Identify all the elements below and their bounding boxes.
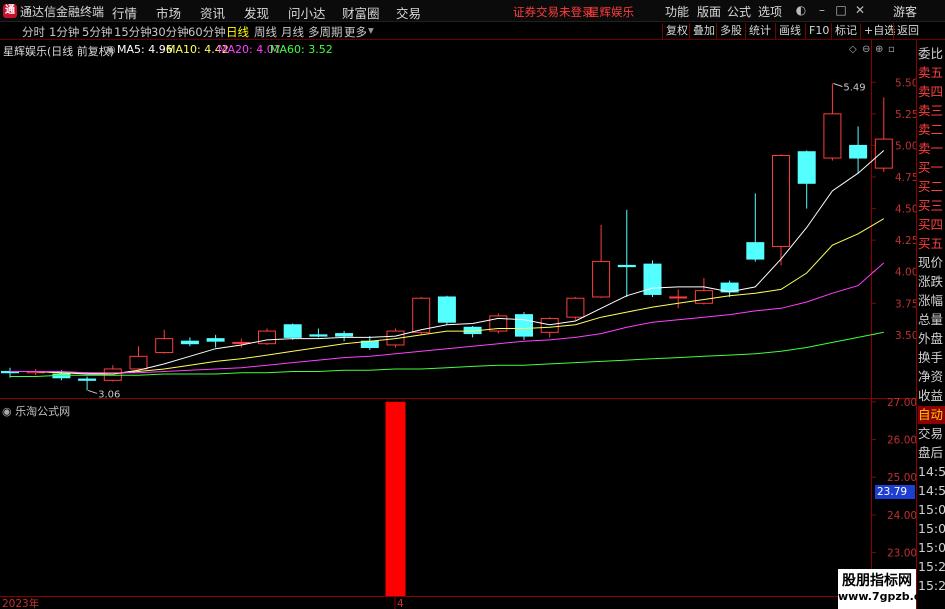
candle-body (540, 317, 559, 333)
sidebar-item: 换手 (918, 350, 944, 365)
candle-body (617, 264, 636, 268)
indicator-tick-label: 26.00 (887, 434, 917, 446)
price-tick-label: 5.50 (895, 77, 918, 89)
price-tick-label: 3.75 (895, 298, 918, 310)
indicator-bar (385, 401, 406, 596)
sidebar-item: 14:56 (918, 464, 945, 479)
sidebar-item: 卖三 (918, 103, 944, 118)
candle-body (412, 297, 431, 333)
candle-body (797, 151, 816, 184)
sidebar-item: 总量 (918, 312, 944, 327)
sidebar-item: 涨幅 (918, 293, 944, 308)
sidebar-item: 自动 (918, 406, 945, 424)
indicator-title: ◉ 乐淘公式网 (2, 403, 70, 419)
candle-body (309, 334, 328, 337)
app-window: 通 通达信金融终端 行情 市场 资讯 发现 问小达 财富圈 交易 证券交易未登录… (0, 0, 945, 609)
annotation-pointer (833, 83, 843, 87)
indicator-tick-label: 23.00 (887, 548, 917, 560)
candle-body (515, 314, 533, 337)
price-tick-label: 4.50 (895, 204, 918, 216)
year-label: 2023年 (2, 597, 39, 609)
candle-body (78, 378, 97, 381)
ma-line-ma5 (10, 150, 885, 375)
sidebar-item: 15:22 (918, 559, 945, 574)
candle-body (206, 338, 225, 342)
sidebar-item: 买四 (918, 217, 944, 232)
candle-body (283, 324, 302, 338)
chart-canvas[interactable]: 5.50 5.25 5.00 4.75 4.50 4.25 4.00 3.75 3.50 5.49… (0, 0, 945, 609)
candle-body (592, 261, 611, 298)
candle-body (335, 333, 354, 337)
price-tick-label: 5.00 (895, 140, 918, 152)
candle-body (232, 341, 251, 344)
price-tick-label: 4.25 (895, 235, 918, 247)
annotation-pointer (87, 389, 98, 394)
sidebar-item: 买三 (918, 198, 944, 213)
sidebar-item: 卖四 (918, 84, 944, 99)
sidebar-item: 盘后 (918, 445, 944, 460)
candle-body (155, 338, 174, 354)
watermark-title: 股朋指标网 (842, 573, 912, 589)
candle-body (823, 113, 842, 159)
candle-body (849, 144, 868, 159)
sidebar-item: 卖二 (918, 122, 944, 137)
sidebar-item: 委比 (918, 46, 944, 61)
sidebar-item: 现价 (918, 255, 944, 270)
sidebar-item: 14:57 (918, 483, 945, 498)
price-tick-label: 4.00 (895, 267, 918, 279)
price-tick-label: 5.25 (895, 109, 918, 121)
candle-body (746, 242, 765, 260)
sidebar-item: 买一 (918, 160, 944, 175)
watermark: 股朋指标网 www.7gpzb.com (838, 569, 940, 609)
month-label: 4 (397, 598, 404, 609)
annotation-label: 5.49 (843, 83, 865, 94)
candle-body (180, 340, 199, 345)
sidebar-item: 15:01 (918, 521, 945, 536)
candle-body (103, 368, 122, 381)
sidebar-item: 涨跌 (918, 274, 944, 289)
candle-body (437, 296, 456, 323)
sidebar-item: 卖一 (918, 141, 944, 156)
sidebar-item: 卖五 (918, 65, 944, 80)
price-tick-label: 3.50 (895, 330, 918, 342)
candle-body (258, 330, 276, 345)
sidebar-item: 交易 (918, 426, 944, 441)
sidebar-item: 买五 (918, 236, 944, 251)
candle-body (874, 138, 893, 169)
watermark-url: www.7gpzb.com (838, 590, 940, 603)
candle-body (772, 155, 790, 247)
indicator-tick-label: 27.00 (887, 397, 917, 409)
annotation-label: 3.06 (98, 389, 120, 400)
candle-body (669, 296, 688, 299)
sidebar-item: 收益 (918, 388, 944, 403)
sidebar-item: 15:05 (918, 540, 945, 555)
sidebar-item: 15:00 (918, 502, 945, 517)
sidebar-item: 买二 (918, 179, 944, 194)
sidebar-item: 外盘 (918, 331, 944, 346)
indicator-value-tag: 23.79 (875, 485, 915, 499)
indicator-name: 乐淘公式网 (15, 405, 71, 418)
indicator-tick-label: 24.00 (887, 510, 917, 522)
price-tick-label: 4.75 (895, 172, 918, 184)
indicator-tick-label: 25.00 (887, 472, 917, 484)
sidebar-item: 净资 (918, 369, 944, 384)
indicator-settings-icon[interactable]: ◉ (2, 405, 12, 418)
quote-sidebar: 委比卖五卖四卖三卖二卖一买一买二买三买四买五现价涨跌涨幅总量外盘换手净资收益自动… (916, 40, 945, 609)
candle-body (129, 355, 148, 370)
candle-body (694, 290, 713, 304)
candle-body (566, 297, 585, 318)
